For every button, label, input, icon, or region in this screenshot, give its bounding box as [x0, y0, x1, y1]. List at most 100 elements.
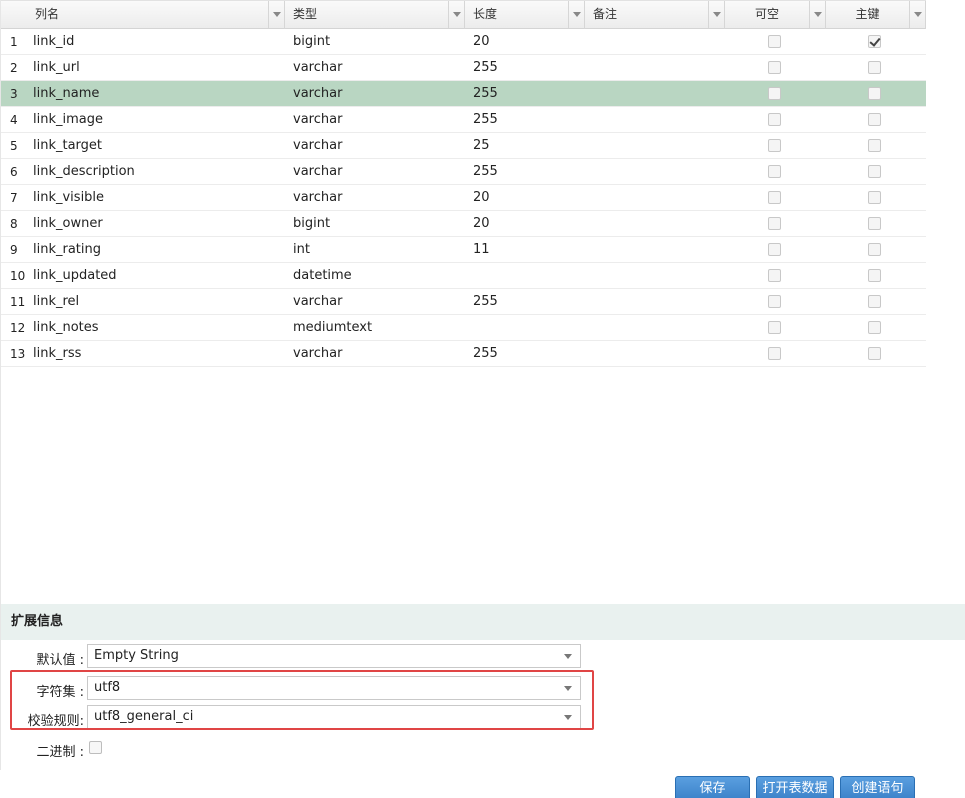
chevron-down-icon — [564, 715, 572, 720]
primary-key-checkbox[interactable] — [868, 191, 881, 204]
column-type-cell: varchar — [293, 294, 343, 309]
table-row[interactable]: 13 link_rss varchar 255 — [1, 341, 926, 367]
table-row[interactable]: 12 link_notes mediumtext — [1, 315, 926, 341]
header-column-type-label: 类型 — [293, 7, 318, 21]
column-primary-key-dropdown-icon[interactable] — [909, 1, 925, 28]
table-row[interactable]: 8 link_owner bigint 20 — [1, 211, 926, 237]
table-row[interactable]: 6 link_description varchar 255 — [1, 159, 926, 185]
row-index: 3 — [10, 87, 18, 101]
primary-key-checkbox[interactable] — [868, 347, 881, 360]
row-index: 12 — [10, 321, 26, 335]
column-type-cell: datetime — [293, 268, 352, 283]
column-type-dropdown-icon[interactable] — [448, 1, 464, 28]
primary-key-checkbox[interactable] — [868, 35, 881, 48]
nullable-checkbox[interactable] — [768, 113, 781, 126]
charset-selected: utf8 — [94, 680, 121, 695]
nullable-checkbox[interactable] — [768, 165, 781, 178]
default-value-select[interactable]: Empty String — [87, 644, 581, 668]
column-type-cell: varchar — [293, 60, 343, 75]
row-index: 9 — [10, 243, 18, 257]
collation-selected: utf8_general_ci — [94, 709, 194, 724]
column-type-cell: varchar — [293, 346, 343, 361]
primary-key-checkbox[interactable] — [868, 295, 881, 308]
columns-grid: 列名 类型 长度 备注 可空 主键 1 link_id bigint 20 2 link_… — [0, 0, 965, 604]
column-comment-dropdown-icon[interactable] — [708, 1, 724, 28]
column-type-cell: varchar — [293, 86, 343, 101]
header-column-comment[interactable]: 备注 — [585, 1, 725, 29]
column-length-cell: 255 — [473, 60, 498, 75]
primary-key-checkbox[interactable] — [868, 87, 881, 100]
column-length-cell: 20 — [473, 216, 490, 231]
nullable-checkbox[interactable] — [768, 139, 781, 152]
primary-key-checkbox[interactable] — [868, 217, 881, 230]
default-value-label: 默认值 : — [36, 653, 84, 668]
nullable-checkbox[interactable] — [768, 347, 781, 360]
primary-key-checkbox[interactable] — [868, 321, 881, 334]
collation-label: 校验规则: — [27, 714, 84, 729]
column-name-cell: link_name — [33, 86, 100, 101]
column-type-cell: int — [293, 242, 310, 257]
create-statement-button[interactable]: 创建语句 — [840, 776, 915, 798]
charset-row: 字符集 : utf8 — [1, 676, 601, 702]
column-type-cell: bigint — [293, 216, 331, 231]
table-row[interactable]: 1 link_id bigint 20 — [1, 29, 926, 55]
nullable-checkbox[interactable] — [768, 321, 781, 334]
column-length-cell: 255 — [473, 164, 498, 179]
primary-key-checkbox[interactable] — [868, 269, 881, 282]
column-length-cell: 255 — [473, 346, 498, 361]
table-row[interactable]: 9 link_rating int 11 — [1, 237, 926, 263]
column-name-cell: link_image — [33, 112, 103, 127]
open-table-data-button[interactable]: 打开表数据 — [756, 776, 834, 798]
column-type-cell: varchar — [293, 164, 343, 179]
column-name-cell: link_target — [33, 138, 103, 153]
action-bar: 保存 打开表数据 创建语句 — [0, 770, 965, 798]
column-name-cell: link_description — [33, 164, 135, 179]
primary-key-checkbox[interactable] — [868, 139, 881, 152]
nullable-checkbox[interactable] — [768, 295, 781, 308]
collation-select[interactable]: utf8_general_ci — [87, 705, 581, 729]
nullable-checkbox[interactable] — [768, 87, 781, 100]
table-row[interactable]: 7 link_visible varchar 20 — [1, 185, 926, 211]
primary-key-checkbox[interactable] — [868, 61, 881, 74]
table-row[interactable]: 2 link_url varchar 255 — [1, 55, 926, 81]
default-value-row: 默认值 : Empty String — [1, 644, 601, 670]
collation-row: 校验规则: utf8_general_ci — [1, 705, 601, 731]
table-row[interactable]: 3 link_name varchar 255 — [1, 81, 926, 107]
column-length-cell: 11 — [473, 242, 490, 257]
column-name-dropdown-icon[interactable] — [268, 1, 284, 28]
nullable-checkbox[interactable] — [768, 35, 781, 48]
row-index: 11 — [10, 295, 26, 309]
table-row[interactable]: 4 link_image varchar 255 — [1, 107, 926, 133]
header-column-name[interactable]: 列名 — [1, 1, 285, 29]
nullable-checkbox[interactable] — [768, 217, 781, 230]
row-index: 6 — [10, 165, 18, 179]
save-button[interactable]: 保存 — [675, 776, 750, 798]
table-row[interactable]: 11 link_rel varchar 255 — [1, 289, 926, 315]
charset-select[interactable]: utf8 — [87, 676, 581, 700]
column-length-cell: 255 — [473, 86, 498, 101]
column-type-cell: varchar — [293, 138, 343, 153]
chevron-down-icon — [564, 654, 572, 659]
primary-key-checkbox[interactable] — [868, 165, 881, 178]
column-length-dropdown-icon[interactable] — [568, 1, 584, 28]
nullable-checkbox[interactable] — [768, 191, 781, 204]
column-name-cell: link_rel — [33, 294, 80, 309]
table-row[interactable]: 5 link_target varchar 25 — [1, 133, 926, 159]
binary-checkbox[interactable] — [89, 741, 102, 754]
header-column-primary-key[interactable]: 主键 — [826, 1, 926, 29]
header-column-nullable[interactable]: 可空 — [725, 1, 826, 29]
row-index: 7 — [10, 191, 18, 205]
column-length-cell: 25 — [473, 138, 490, 153]
primary-key-checkbox[interactable] — [868, 243, 881, 256]
column-length-cell: 255 — [473, 294, 498, 309]
nullable-checkbox[interactable] — [768, 243, 781, 256]
column-nullable-dropdown-icon[interactable] — [809, 1, 825, 28]
primary-key-checkbox[interactable] — [868, 113, 881, 126]
header-column-type[interactable]: 类型 — [285, 1, 465, 29]
table-row[interactable]: 10 link_updated datetime — [1, 263, 926, 289]
header-column-length[interactable]: 长度 — [465, 1, 585, 29]
nullable-checkbox[interactable] — [768, 61, 781, 74]
nullable-checkbox[interactable] — [768, 269, 781, 282]
column-length-cell: 20 — [473, 190, 490, 205]
row-index: 13 — [10, 347, 26, 361]
